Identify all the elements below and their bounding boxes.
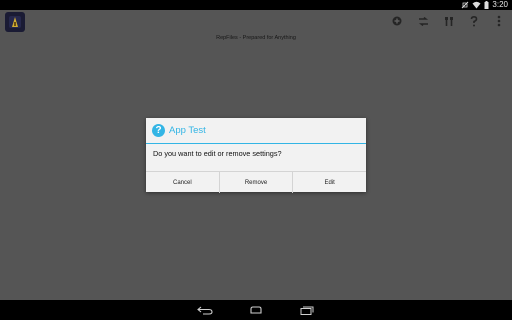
- back-icon[interactable]: [195, 304, 215, 316]
- status-icons: 3:20: [461, 0, 508, 10]
- navigation-bar: [0, 300, 512, 320]
- status-bar: 3:20: [0, 0, 512, 10]
- cancel-button[interactable]: Cancel: [146, 172, 219, 193]
- dialog-message: Do you want to edit or remove settings?: [153, 149, 282, 158]
- status-time: 3:20: [492, 0, 508, 9]
- dialog-title: App Test: [169, 125, 206, 136]
- question-icon: ?: [152, 124, 165, 137]
- dialog-header: ? App Test: [146, 118, 366, 144]
- dialog-button-bar: Cancel Remove Edit: [146, 171, 366, 193]
- edit-button[interactable]: Edit: [292, 172, 366, 193]
- home-icon[interactable]: [246, 304, 266, 316]
- recent-apps-icon[interactable]: [297, 304, 317, 316]
- remove-button[interactable]: Remove: [218, 172, 293, 193]
- settings-dialog: ? App Test Do you want to edit or remove…: [146, 118, 366, 193]
